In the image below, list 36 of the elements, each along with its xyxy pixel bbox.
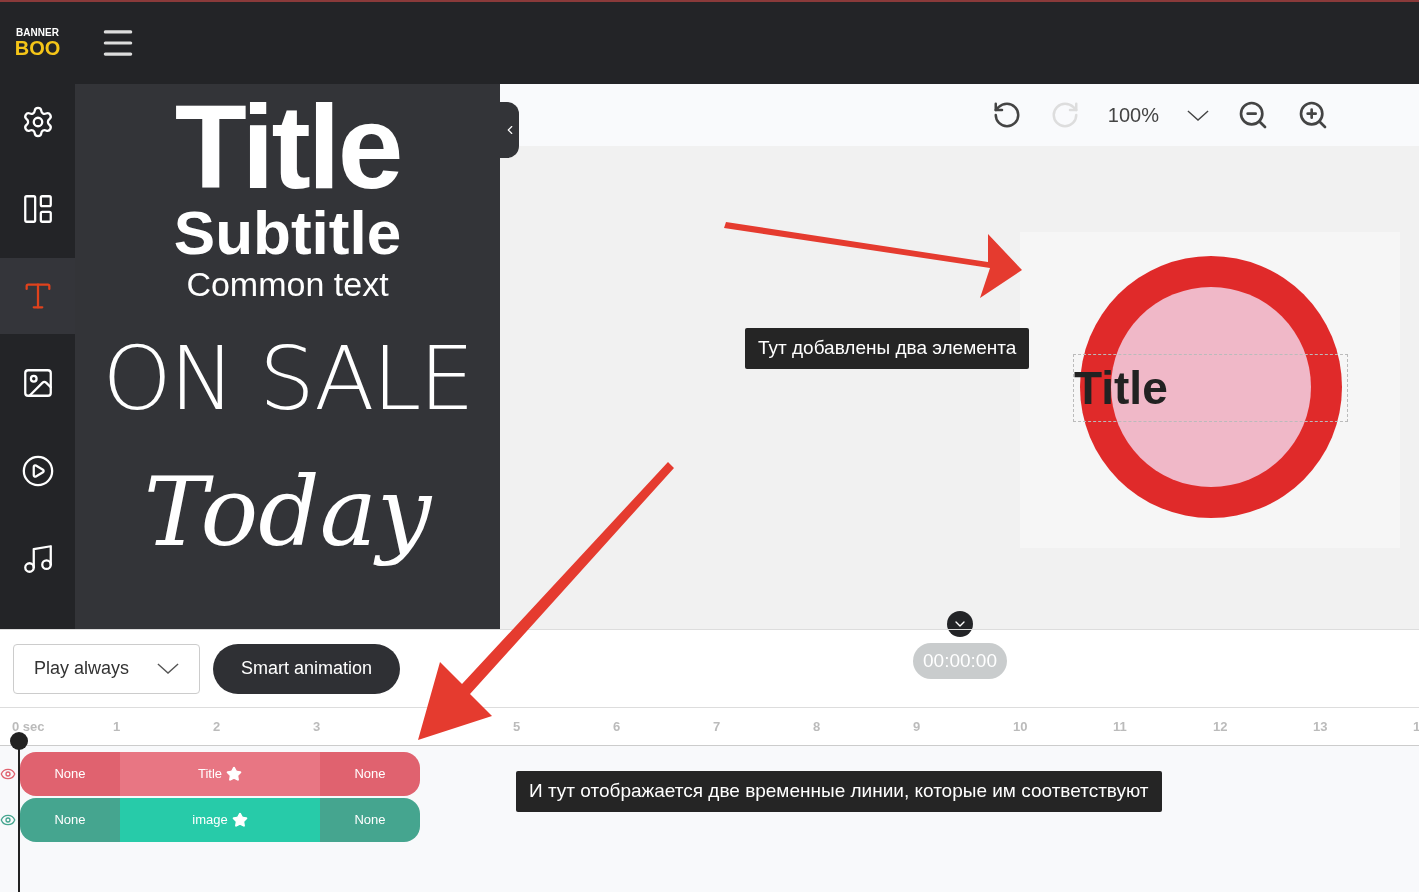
ruler-label: 8 xyxy=(813,718,821,736)
ruler-label: 1 xyxy=(1413,718,1419,736)
play-mode-dropdown[interactable]: Play always xyxy=(13,643,200,694)
zoom-out-icon[interactable] xyxy=(1237,99,1269,131)
play-icon xyxy=(20,454,55,488)
ruler-label: 9 xyxy=(913,718,921,736)
ruler-label: 5 xyxy=(513,718,521,736)
ruler-label: 2 xyxy=(213,718,221,736)
annotation-label: И тут отображается две временные линии, которые им соответствуют xyxy=(516,771,1162,812)
zoom-level[interactable]: 100% xyxy=(1107,100,1159,130)
smart-animation-button[interactable]: Smart animation xyxy=(213,643,400,694)
expand-timeline-button[interactable] xyxy=(947,611,973,637)
ruler-label: 7 xyxy=(713,718,721,736)
eye-icon[interactable] xyxy=(0,766,16,782)
ruler-label: 0 sec xyxy=(12,718,45,736)
logo[interactable]: BANNER BOO xyxy=(0,28,75,58)
annotation-label: Тут добавлены два элемента xyxy=(745,328,1030,369)
ruler-label: 1 xyxy=(113,718,121,736)
eye-icon[interactable] xyxy=(0,812,16,828)
today-preset[interactable]: Today xyxy=(143,454,432,570)
ruler-label: 13 xyxy=(1313,718,1328,736)
ruler-label: 11 xyxy=(1113,718,1127,736)
zoom-in-icon[interactable] xyxy=(1297,99,1329,131)
chevron-down-icon xyxy=(1187,109,1209,121)
ruler-label: 12 xyxy=(1213,718,1228,736)
chevron-down-icon xyxy=(157,663,179,674)
on-sale-preset[interactable]: ON SALE xyxy=(102,304,473,454)
ruler-label: 10 xyxy=(1013,718,1028,736)
ruler-label: 6 xyxy=(613,718,621,736)
title-preset[interactable]: Title xyxy=(174,92,401,202)
subtitle-preset[interactable]: Subtitle xyxy=(173,202,402,264)
star-icon xyxy=(231,812,248,828)
star-icon xyxy=(226,766,243,782)
common-text-preset[interactable]: Common text xyxy=(186,264,389,304)
ruler-label: 3 xyxy=(313,718,321,736)
collapse-panel-button[interactable] xyxy=(500,102,519,158)
